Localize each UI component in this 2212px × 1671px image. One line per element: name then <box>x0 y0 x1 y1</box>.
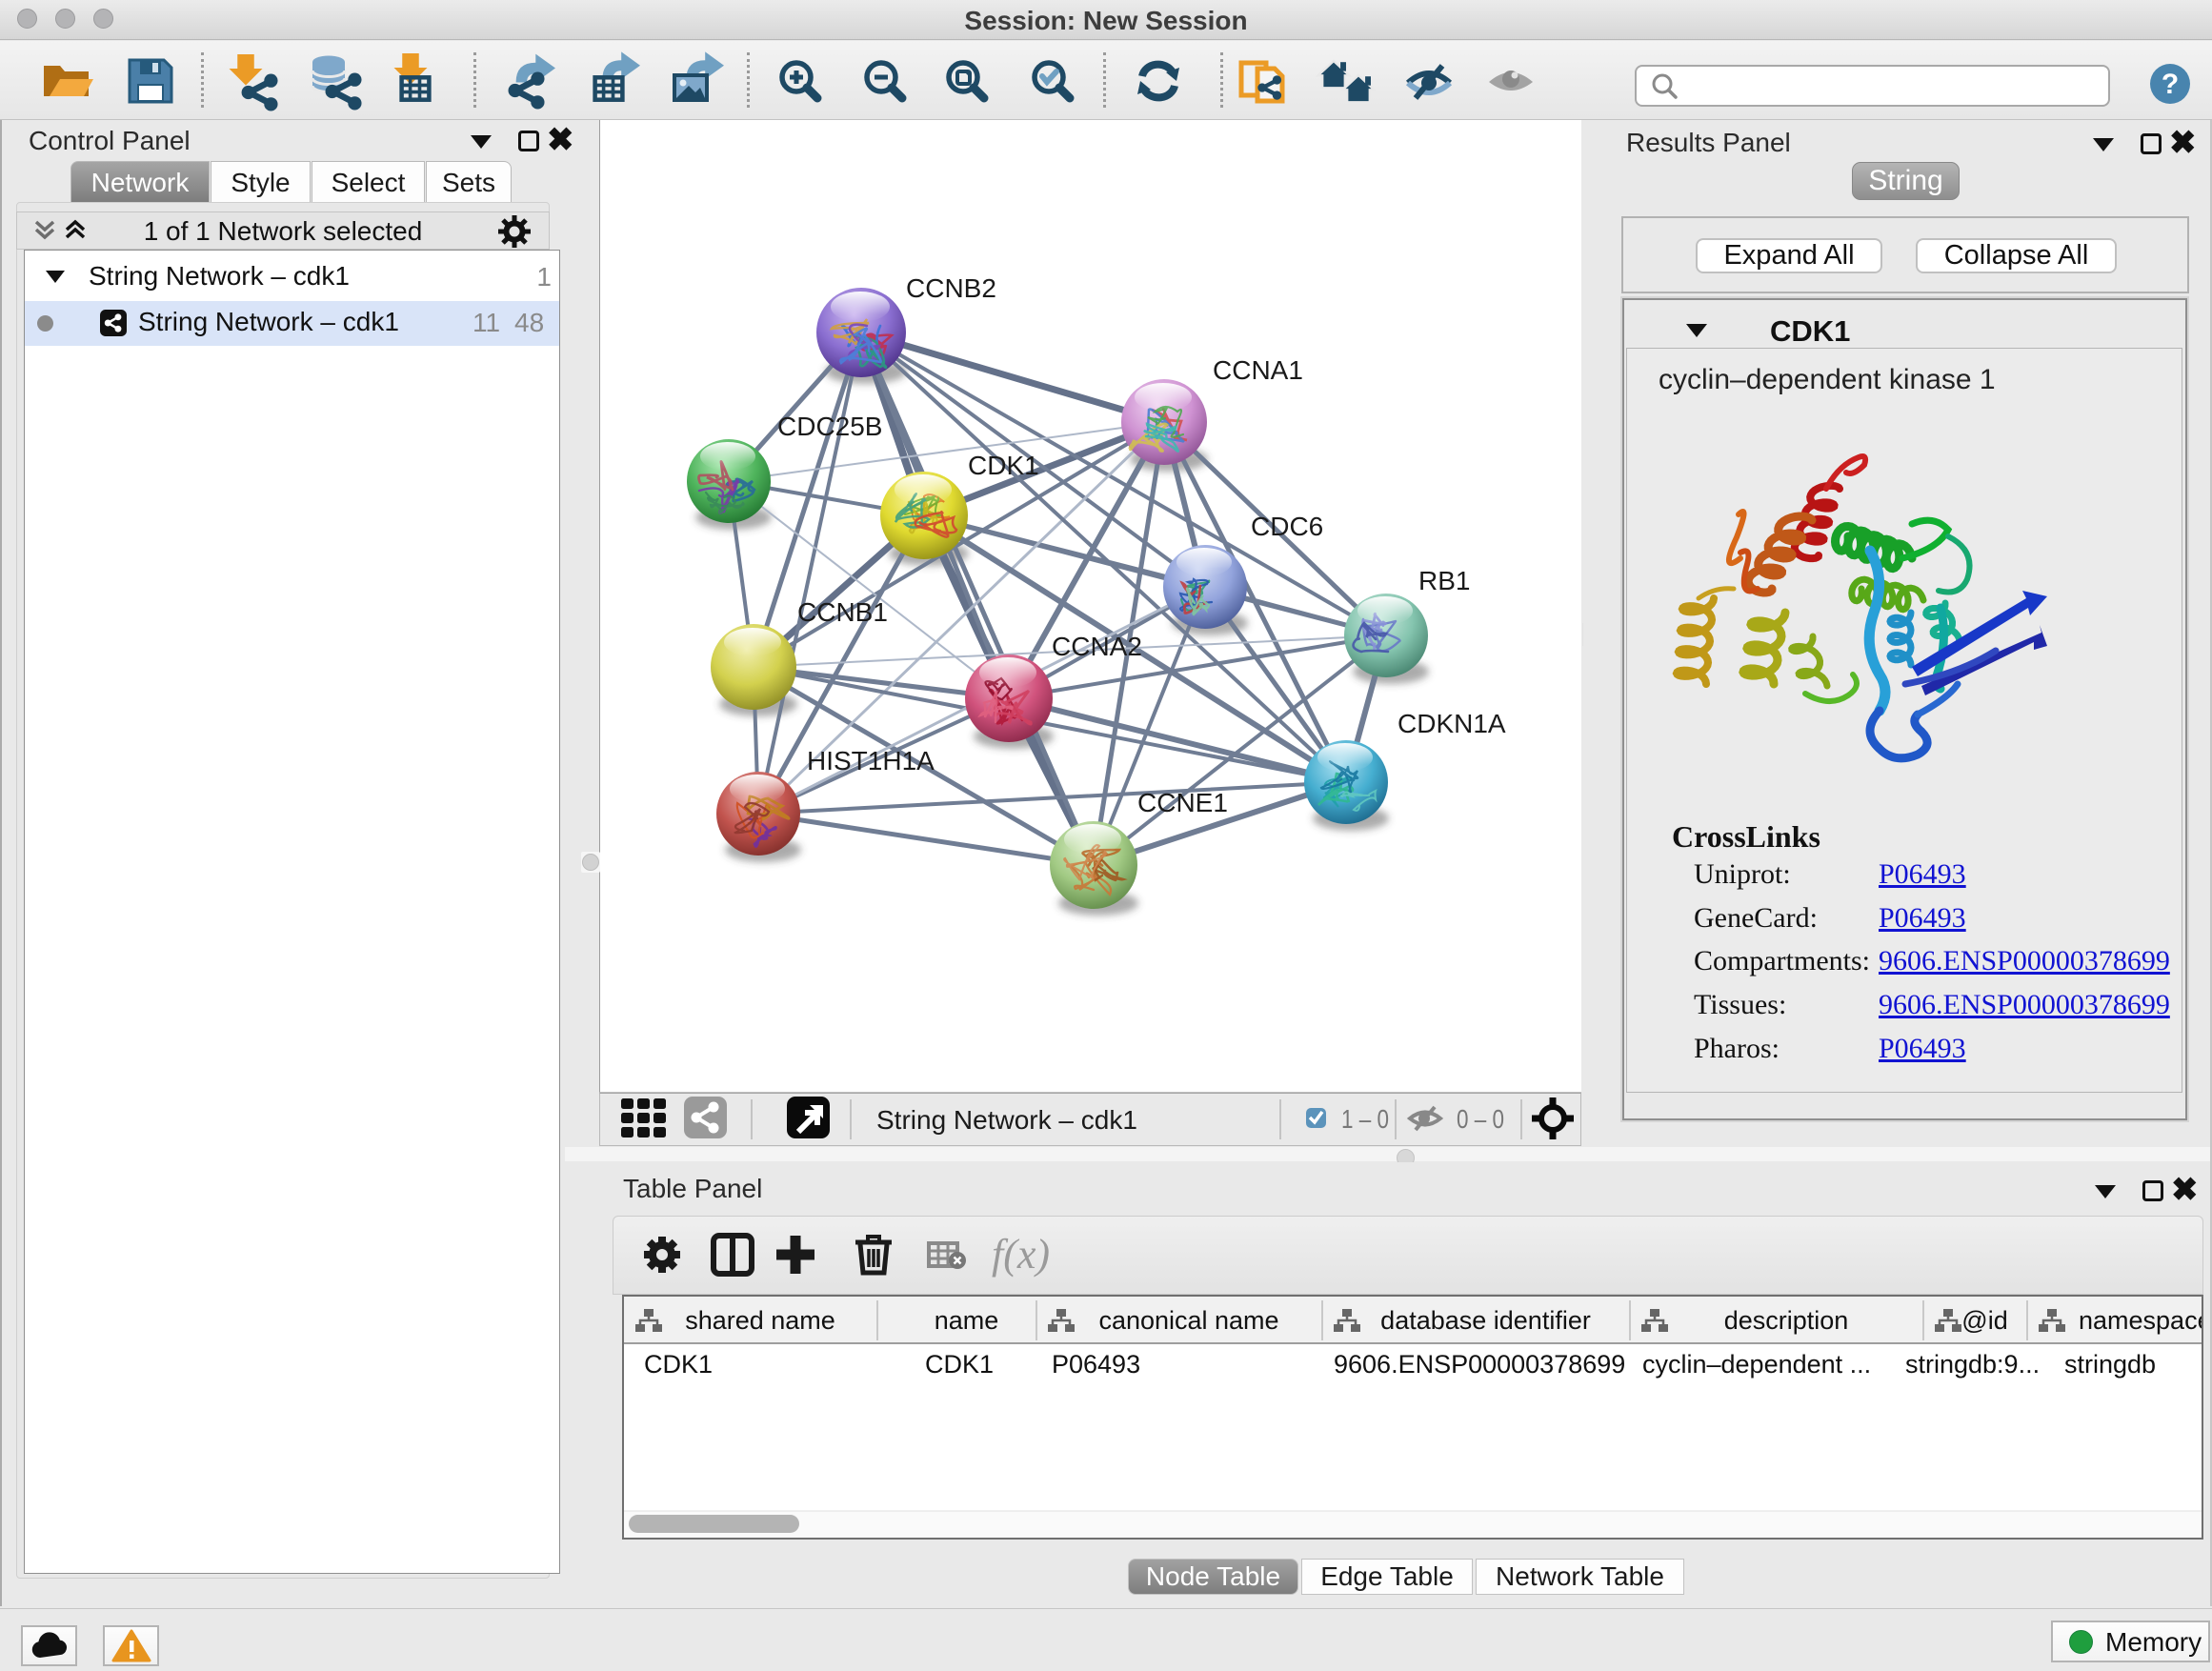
svg-text:String Network – cdk1: String Network – cdk1 <box>876 1105 1137 1135</box>
svg-text:stringdb: stringdb <box>2064 1350 2156 1379</box>
svg-text:CDKN1A: CDKN1A <box>1398 709 1506 738</box>
svg-text:f(x): f(x) <box>992 1231 1050 1278</box>
svg-text:CDK1: CDK1 <box>925 1350 994 1379</box>
svg-text:1 – 0: 1 – 0 <box>1341 1104 1389 1134</box>
svg-text:stringdb:9...: stringdb:9... <box>1905 1350 2040 1379</box>
svg-text:database identifier: database identifier <box>1380 1306 1591 1335</box>
svg-text:CDK1: CDK1 <box>644 1350 713 1379</box>
svg-text:RB1: RB1 <box>1418 566 1470 595</box>
svg-text:@id: @id <box>1961 1306 2007 1335</box>
svg-text:cyclin–dependent ...: cyclin–dependent ... <box>1642 1350 1871 1379</box>
svg-text:description: description <box>1724 1306 1849 1335</box>
svg-text:HIST1H1A: HIST1H1A <box>807 746 935 775</box>
svg-text:canonical name: canonical name <box>1098 1306 1278 1335</box>
svg-text:CCNA2: CCNA2 <box>1052 632 1142 661</box>
svg-text:CCNA1: CCNA1 <box>1213 355 1303 385</box>
svg-text:CDK1: CDK1 <box>968 451 1039 480</box>
svg-text:shared name: shared name <box>685 1306 835 1335</box>
svg-text:9606.ENSP00000378699: 9606.ENSP00000378699 <box>1334 1350 1625 1379</box>
svg-text:CCNB2: CCNB2 <box>906 273 996 303</box>
svg-text:namespace: namespace <box>2079 1306 2202 1335</box>
svg-text:CDC25B: CDC25B <box>777 412 882 441</box>
svg-text:0 – 0: 0 – 0 <box>1457 1104 1504 1134</box>
svg-text:?: ? <box>2162 69 2179 100</box>
svg-text:CCNB1: CCNB1 <box>797 597 888 627</box>
svg-text:P06493: P06493 <box>1052 1350 1140 1379</box>
svg-text:CDC6: CDC6 <box>1251 512 1323 541</box>
svg-text:name: name <box>935 1306 999 1335</box>
svg-text:CCNE1: CCNE1 <box>1137 788 1228 817</box>
